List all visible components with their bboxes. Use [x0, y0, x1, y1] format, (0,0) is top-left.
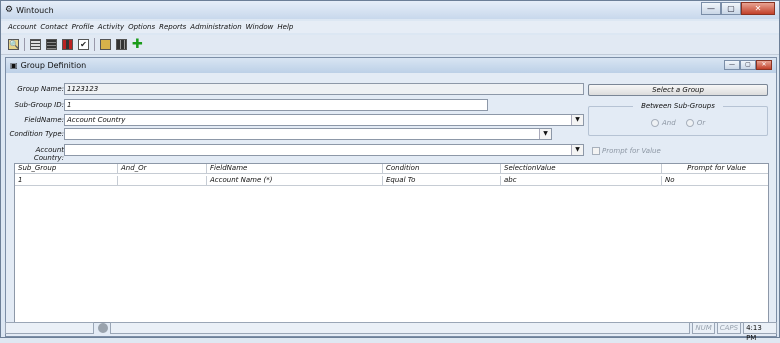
col-selection-value[interactable]: SelectionValue — [501, 164, 662, 174]
app-window: ⚙ Wintouch — ▢ ✕ Account Contact Profile… — [0, 0, 780, 342]
prompt-for-value-label: Prompt for Value — [602, 147, 661, 155]
child-close-button[interactable]: ✕ — [756, 60, 772, 70]
folder-icon[interactable] — [100, 39, 111, 50]
cell-fieldname[interactable]: Account Name (*) — [207, 176, 383, 186]
table-row[interactable]: 1 Account Name (*) Equal To abc No — [15, 176, 768, 186]
app-title: Wintouch — [16, 5, 54, 15]
add-icon[interactable]: ✚ — [132, 38, 143, 51]
title-bar: ⚙ Wintouch — ▢ ✕ — [1, 1, 779, 19]
menu-activity[interactable]: Activity — [98, 23, 124, 31]
fieldname-value: Account Country — [67, 116, 126, 124]
app-icon: ⚙ — [5, 5, 14, 15]
child-minimize-button[interactable]: — — [724, 60, 740, 70]
caps-indicator: CAPS — [716, 322, 742, 334]
status-panel — [5, 322, 95, 334]
menu-help[interactable]: Help — [277, 23, 293, 31]
child-title-bar: ▣ Group Definition — ▢ ✕ — [6, 58, 776, 73]
menu-profile[interactable]: Profile — [72, 23, 94, 31]
and-label: And — [662, 119, 676, 127]
subgroup-id-field[interactable]: 1 — [64, 99, 488, 111]
list-icon[interactable] — [46, 39, 57, 50]
child-title: Group Definition — [20, 61, 87, 70]
menu-administration[interactable]: Administration — [190, 23, 241, 31]
chevron-down-icon[interactable]: ▼ — [571, 145, 583, 155]
fieldname-dropdown[interactable]: Account Country ▼ — [64, 114, 584, 126]
find-icon[interactable]: 🔍 — [8, 39, 19, 50]
group-name-field[interactable]: 1123123 — [64, 83, 584, 95]
subgroup-id-label: Sub-Group ID: — [14, 101, 64, 109]
status-icon — [98, 323, 109, 333]
condition-type-dropdown[interactable]: ▼ — [64, 128, 552, 140]
and-radio[interactable] — [651, 119, 659, 127]
grid-header-row: Sub_Group And_Or FieldName Condition Sel… — [15, 164, 768, 174]
or-label: Or — [696, 119, 706, 127]
menu-options[interactable]: Options — [128, 23, 155, 31]
cell-prompt-for-value[interactable]: No — [662, 176, 768, 186]
account-country-dropdown[interactable]: ▼ — [64, 144, 584, 156]
col-fieldname[interactable]: FieldName — [207, 164, 383, 174]
chevron-down-icon[interactable]: ▼ — [539, 129, 551, 139]
list-icon[interactable] — [30, 39, 41, 50]
between-subgroups-group: Between Sub-Groups And Or — [588, 102, 768, 136]
menu-window[interactable]: Window — [246, 23, 274, 31]
status-bar: NUM CAPS 4:13 PM — [5, 321, 778, 342]
chevron-down-icon[interactable]: ▼ — [571, 115, 583, 125]
chart-icon[interactable] — [62, 39, 73, 50]
select-group-button[interactable]: Select a Group — [588, 84, 768, 96]
status-panel — [110, 322, 691, 334]
num-indicator: NUM — [692, 322, 715, 334]
maximize-button[interactable]: ▢ — [721, 2, 741, 15]
minimize-button[interactable]: — — [701, 2, 721, 15]
prompt-for-value-checkbox[interactable] — [592, 147, 600, 155]
fieldname-label: FieldName: — [24, 116, 64, 124]
account-country-label: Account Country: — [33, 146, 64, 162]
window-icon: ▣ — [10, 61, 18, 70]
group-definition-window: ▣ Group Definition — ▢ ✕ Group Name: 112… — [5, 57, 777, 337]
cell-selection-value[interactable]: abc — [501, 176, 662, 186]
toolbar-separator — [94, 38, 95, 51]
toolbar-separator — [24, 38, 25, 51]
group-name-label: Group Name: — [17, 85, 64, 93]
clock: 4:13 PM — [743, 322, 778, 342]
subgroup-grid: Sub_Group And_Or FieldName Condition Sel… — [14, 163, 769, 323]
menu-contact[interactable]: Contact — [40, 23, 67, 31]
grid-icon[interactable] — [116, 39, 127, 50]
between-subgroups-title: Between Sub-Groups — [633, 102, 723, 110]
col-sub-group[interactable]: Sub_Group — [15, 164, 118, 174]
col-condition[interactable]: Condition — [383, 164, 501, 174]
close-button[interactable]: ✕ — [741, 2, 775, 15]
check-icon[interactable]: ✔ — [78, 39, 89, 50]
cell-and-or[interactable] — [118, 176, 207, 186]
cell-condition[interactable]: Equal To — [383, 176, 501, 186]
toolbar: 🔍 ✔ ✚ — [1, 35, 779, 55]
menu-reports[interactable]: Reports — [159, 23, 186, 31]
or-radio[interactable] — [685, 119, 694, 127]
menu-account[interactable]: Account — [8, 23, 36, 31]
menu-bar: Account Contact Profile Activity Options… — [1, 21, 779, 33]
child-maximize-button[interactable]: ▢ — [740, 60, 756, 70]
condition-type-label: Condition Type: — [9, 130, 64, 138]
col-and-or[interactable]: And_Or — [118, 164, 207, 174]
col-prompt-for-value[interactable]: Prompt for Value — [662, 164, 768, 174]
cell-sub-group[interactable]: 1 — [15, 176, 118, 186]
